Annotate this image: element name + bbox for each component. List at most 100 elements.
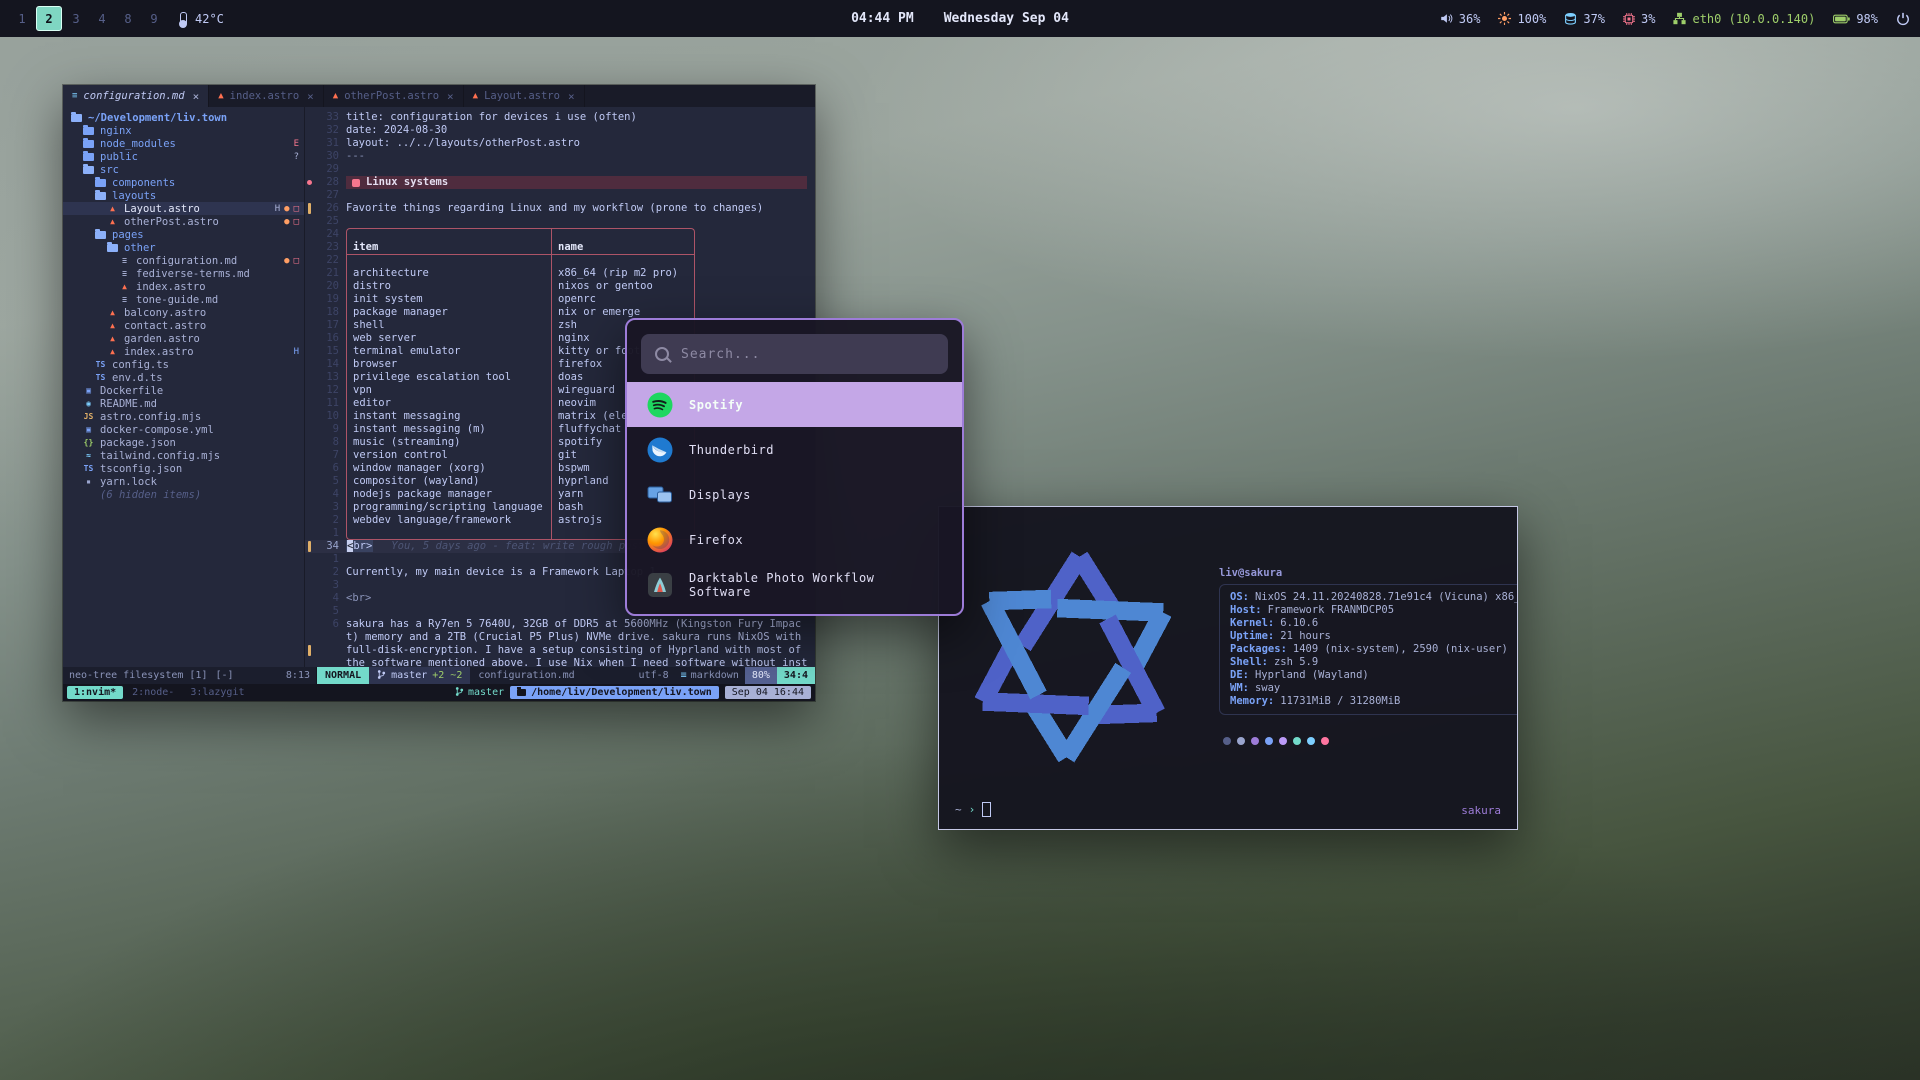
workspace-button-1[interactable]: 1: [10, 7, 34, 30]
sign-column: [305, 176, 313, 189]
table-cell-name: name: [552, 241, 695, 254]
tree-item-index-astro[interactable]: ▲index.astroH: [63, 345, 304, 358]
tree-item-public[interactable]: public?: [63, 150, 304, 163]
spotify-icon: [647, 392, 673, 418]
launcher-item-spotify[interactable]: Spotify: [627, 382, 962, 427]
editor-line: 33title: configuration for devices i use…: [305, 111, 815, 124]
tree-item-tailwind-config-mjs[interactable]: ≈tailwind.config.mjs: [63, 449, 304, 462]
tmux-window-3-lazygit[interactable]: 3:lazygit: [183, 686, 251, 699]
fetch-entry-os: OS:NixOS 24.11.20240828.71e91c4 (Vicuna)…: [1230, 591, 1518, 604]
launcher-item-thunderbird[interactable]: Thunderbird: [627, 427, 962, 472]
tree-item-node-modules[interactable]: node_modulesE: [63, 137, 304, 150]
ts-icon: TS: [95, 360, 106, 369]
statusline-filename: configuration.md: [470, 667, 582, 684]
tree-root[interactable]: ~/Development/liv.town: [63, 111, 304, 124]
tree-item-configuration-md[interactable]: ≡configuration.md●□: [63, 254, 304, 267]
tab-close-icon[interactable]: ×: [307, 90, 314, 103]
tab-layout-astro[interactable]: ▲Layout.astro×: [464, 85, 585, 107]
launcher-item-darktable-photo-workflow-software[interactable]: Darktable Photo Workflow Software: [627, 562, 962, 607]
json-icon: {}: [83, 438, 94, 447]
line-number: 25: [313, 215, 346, 228]
launcher-item-label: Thunderbird: [689, 443, 774, 457]
tree-item-readme-md[interactable]: ◉README.md: [63, 397, 304, 410]
palette-dot-1: [1237, 737, 1245, 745]
battery-value: 98%: [1856, 12, 1878, 26]
tree-item-index-astro[interactable]: ▲index.astro: [63, 280, 304, 293]
line-number: 23: [313, 241, 346, 254]
shell-prompt[interactable]: ~ ›: [955, 802, 991, 817]
terminal-window[interactable]: liv@sakura OS:NixOS 24.11.20240828.71e91…: [938, 506, 1518, 830]
tree-item-nginx[interactable]: nginx: [63, 124, 304, 137]
workspace-button-3[interactable]: 3: [64, 7, 88, 30]
workspace-button-4[interactable]: 4: [90, 7, 114, 30]
tab-otherpost-astro[interactable]: ▲otherPost.astro×: [324, 85, 464, 107]
workspace-button-8[interactable]: 8: [116, 7, 140, 30]
sign-column: [305, 501, 313, 514]
line-number: 16: [313, 332, 346, 345]
tree-item-garden-astro[interactable]: ▲garden.astro: [63, 332, 304, 345]
sign-column: [305, 111, 313, 124]
tab-index-astro[interactable]: ▲index.astro×: [209, 85, 324, 107]
launcher-item-displays[interactable]: Displays: [627, 472, 962, 517]
search-input[interactable]: [679, 346, 948, 363]
tree-item-layout-astro[interactable]: ▲Layout.astroH●□: [63, 202, 304, 215]
line-number: 33: [313, 111, 346, 124]
launcher-search[interactable]: [641, 334, 948, 374]
sign-column: [305, 384, 313, 397]
tree-item-env-d-ts[interactable]: TSenv.d.ts: [63, 371, 304, 384]
tree-item-src[interactable]: src: [63, 163, 304, 176]
fetch-entry-shell: Shell:zsh 5.9: [1230, 656, 1518, 669]
workspace-button-9[interactable]: 9: [142, 7, 166, 30]
tree-item-otherpost-astro[interactable]: ▲otherPost.astro●□: [63, 215, 304, 228]
fetch-entry-uptime: Uptime:21 hours: [1230, 630, 1518, 643]
tree-item-config-ts[interactable]: TSconfig.ts: [63, 358, 304, 371]
tree-item-label: docker-compose.yml: [100, 424, 214, 436]
tmux-window-1-nvim[interactable]: 1:nvim*: [67, 686, 123, 699]
tree-item-pages[interactable]: pages: [63, 228, 304, 241]
tree-item-astro-config-mjs[interactable]: JSastro.config.mjs: [63, 410, 304, 423]
power-button-icon[interactable]: [1896, 12, 1910, 26]
folder-icon: [95, 179, 106, 187]
tab-close-icon[interactable]: ×: [447, 90, 454, 103]
tab-close-icon[interactable]: ×: [568, 90, 575, 103]
tab-label: configuration.md: [83, 90, 184, 102]
tree-item-6-hidden-items[interactable]: (6 hidden items): [63, 488, 304, 501]
tmux-window-2-node[interactable]: 2:node-: [125, 686, 181, 699]
prompt-symbol: ›: [969, 803, 976, 816]
tab-configuration-md[interactable]: ≡configuration.md×: [63, 85, 209, 107]
fetch-label: OS:: [1230, 591, 1249, 604]
tree-item-yarn-lock[interactable]: ▪yarn.lock: [63, 475, 304, 488]
git-status-badges: E: [294, 139, 299, 149]
tree-item-dockerfile[interactable]: ▣Dockerfile: [63, 384, 304, 397]
tmux-path: /home/liv/Development/liv.town: [531, 687, 712, 698]
tab-close-icon[interactable]: ×: [193, 90, 200, 103]
tab-label: index.astro: [230, 90, 300, 102]
fetch-entry-wm: WM:sway: [1230, 682, 1518, 695]
tree-item-balcony-astro[interactable]: ▲balcony.astro: [63, 306, 304, 319]
tree-item-layouts[interactable]: layouts: [63, 189, 304, 202]
tree-item-tone-guide-md[interactable]: ≡tone-guide.md: [63, 293, 304, 306]
line-number: 22: [313, 254, 346, 267]
launcher-item-firefox[interactable]: Firefox: [627, 517, 962, 562]
workspace-button-2[interactable]: 2: [36, 6, 62, 31]
line-number: 7: [313, 449, 346, 462]
sign-column: [305, 137, 313, 150]
tree-item-contact-astro[interactable]: ▲contact.astro: [63, 319, 304, 332]
prompt-path: ~: [955, 803, 962, 816]
tree-item-components[interactable]: components: [63, 176, 304, 189]
tree-item-package-json[interactable]: {}package.json: [63, 436, 304, 449]
cursor-position: 34:4: [777, 667, 815, 684]
tree-item-docker-compose-yml[interactable]: ▣docker-compose.yml: [63, 423, 304, 436]
table-cell-item: programming/scripting language: [346, 501, 552, 514]
table-border-cell: [552, 228, 695, 241]
fetch-value: Framework FRANMDCP05: [1268, 604, 1394, 617]
tree-item-label: README.md: [100, 398, 157, 410]
neo-tree-position: 8:13: [286, 670, 310, 681]
tree-item-fediverse-terms-md[interactable]: ≡fediverse-terms.md: [63, 267, 304, 280]
tree-item-tsconfig-json[interactable]: TStsconfig.json: [63, 462, 304, 475]
line-number: 27: [313, 189, 346, 202]
tmux-git-segment: master: [455, 686, 504, 700]
sign-column: [305, 540, 313, 553]
tmux-path-segment: /home/liv/Development/liv.town: [510, 686, 719, 699]
tree-item-other[interactable]: other: [63, 241, 304, 254]
